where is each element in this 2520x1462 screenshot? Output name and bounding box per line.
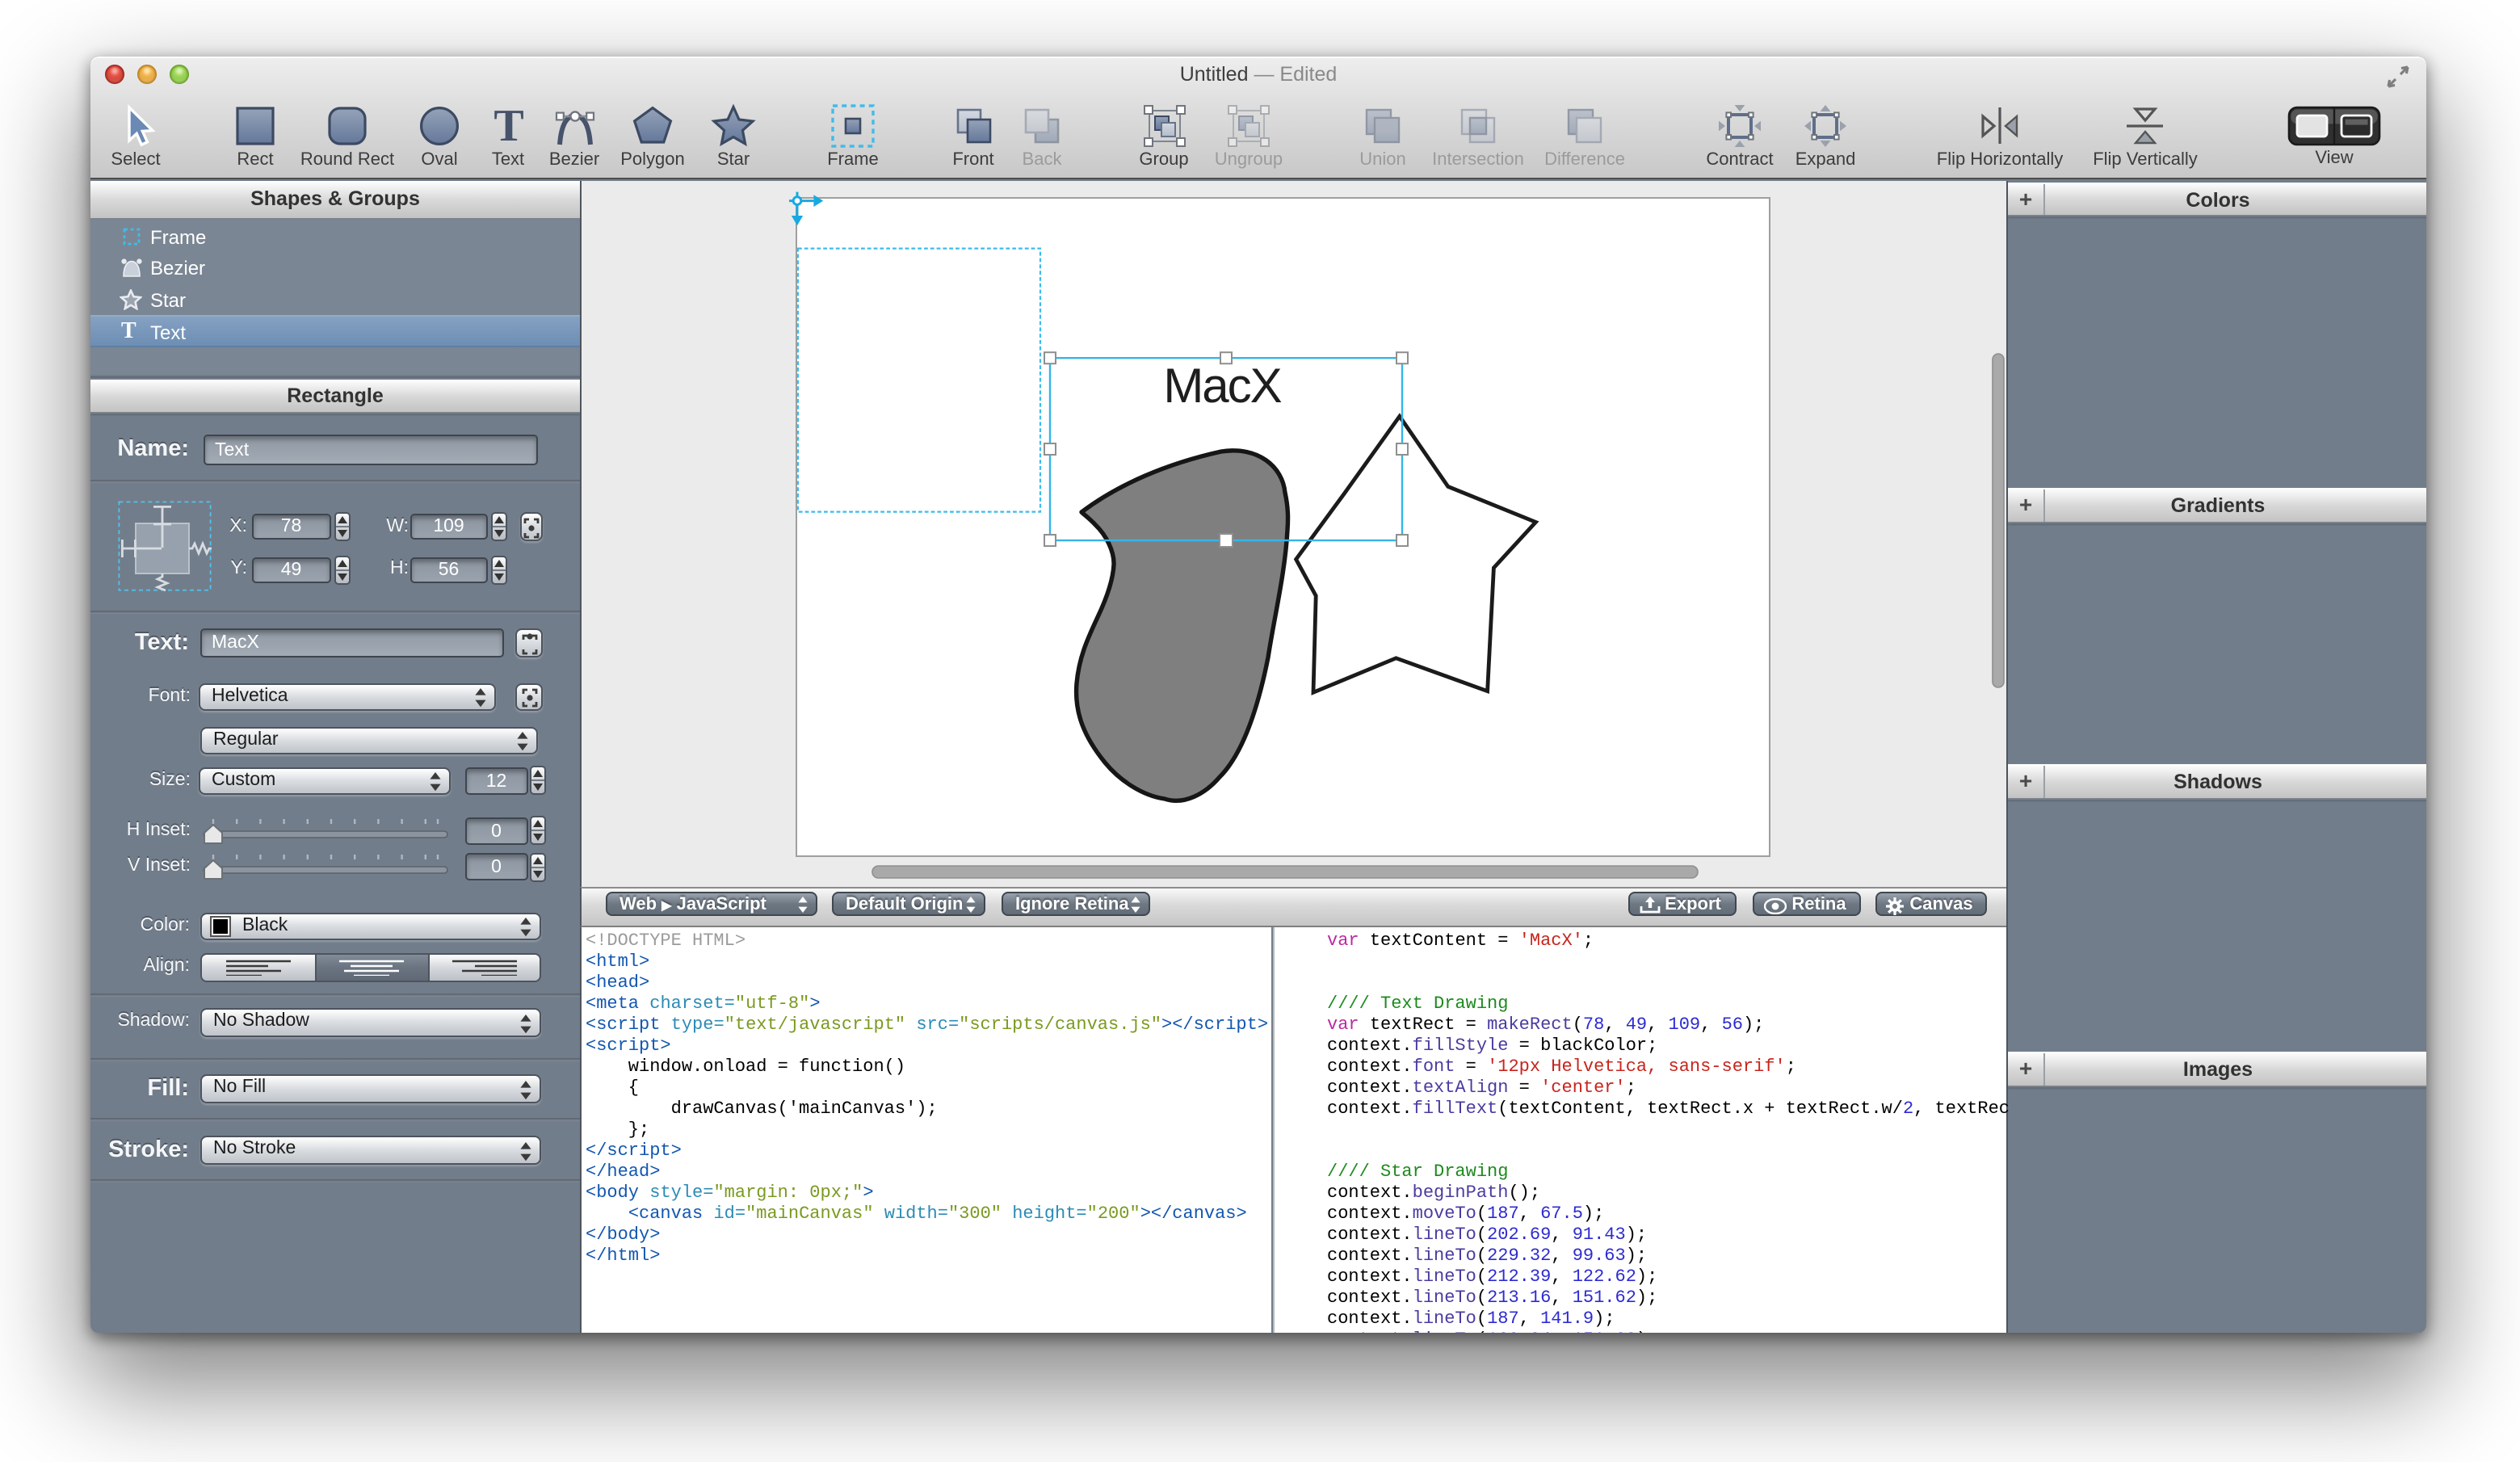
svg-text:T: T [493, 103, 523, 148]
svg-text:MacX: MacX [1163, 359, 1281, 413]
